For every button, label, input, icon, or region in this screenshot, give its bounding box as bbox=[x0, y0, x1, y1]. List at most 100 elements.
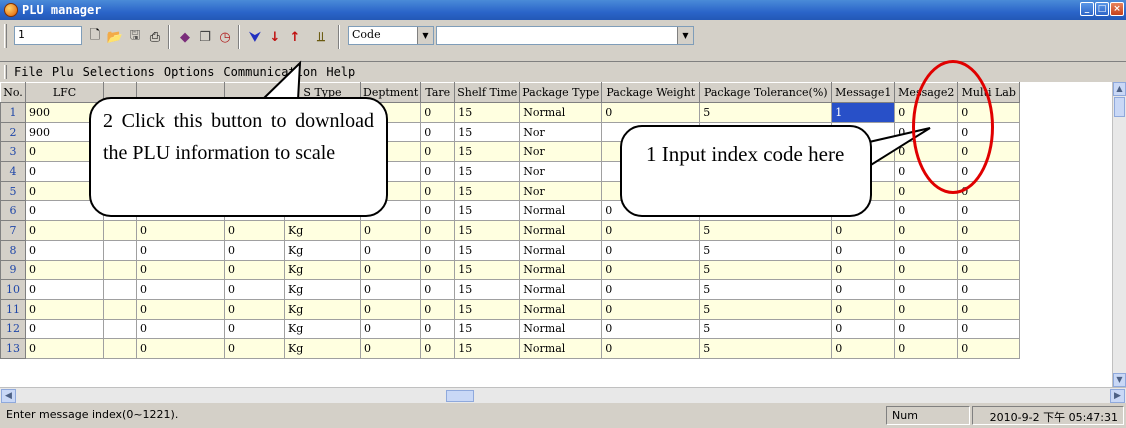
chevron-down-icon[interactable]: ▼ bbox=[677, 27, 693, 44]
table-cell[interactable]: 0 bbox=[25, 279, 104, 300]
table-cell[interactable] bbox=[103, 239, 137, 261]
table-cell[interactable]: Kg bbox=[284, 259, 361, 281]
table-cell[interactable]: Kg bbox=[284, 279, 361, 300]
table-cell[interactable]: Normal bbox=[519, 239, 603, 261]
table-cell[interactable]: 5 bbox=[699, 220, 833, 241]
row-number[interactable]: 7 bbox=[0, 220, 26, 241]
erase-icon[interactable]: ◆ bbox=[176, 28, 194, 46]
row-number[interactable]: 13 bbox=[0, 338, 26, 359]
close-button[interactable]: × bbox=[1110, 2, 1124, 16]
menu-communication[interactable]: Communication bbox=[223, 65, 317, 79]
table-cell[interactable]: 0 bbox=[894, 200, 959, 222]
table-cell[interactable]: 0 bbox=[136, 239, 225, 261]
table-cell[interactable]: 0 bbox=[25, 239, 104, 261]
table-cell[interactable]: 0 bbox=[224, 220, 285, 241]
table-cell[interactable]: 0 bbox=[957, 318, 1021, 340]
table-cell[interactable]: 0 bbox=[224, 239, 285, 261]
table-cell[interactable]: 0 bbox=[359, 279, 422, 300]
table-cell[interactable]: 0 bbox=[894, 259, 959, 281]
table-cell[interactable]: 0 bbox=[420, 141, 456, 163]
table-cell[interactable]: 0 bbox=[359, 239, 422, 261]
table-cell[interactable]: 0 bbox=[601, 318, 701, 340]
table-cell[interactable]: 0 bbox=[359, 318, 422, 340]
table-cell[interactable]: Kg bbox=[284, 298, 361, 320]
table-cell[interactable]: 0 bbox=[601, 239, 701, 261]
table-cell[interactable]: Normal bbox=[519, 279, 603, 300]
column-header[interactable]: Tare bbox=[420, 82, 456, 103]
table-cell[interactable]: 0 bbox=[601, 338, 701, 359]
table-cell[interactable]: 0 bbox=[601, 259, 701, 281]
table-cell[interactable]: 0 bbox=[224, 279, 285, 300]
table-cell[interactable]: 0 bbox=[957, 220, 1021, 241]
table-cell[interactable]: 0 bbox=[894, 239, 959, 261]
table-cell[interactable]: 0 bbox=[224, 318, 285, 340]
menu-plu[interactable]: Plu bbox=[52, 65, 74, 79]
row-number[interactable]: 10 bbox=[0, 279, 26, 300]
arrow-up-icon[interactable]: ↑ bbox=[286, 28, 304, 46]
table-cell[interactable]: Kg bbox=[284, 220, 361, 241]
table-cell[interactable]: 0 bbox=[420, 161, 456, 182]
table-cell[interactable]: 15 bbox=[454, 298, 521, 320]
table-cell[interactable]: 15 bbox=[454, 121, 521, 143]
column-header[interactable]: LFC bbox=[25, 82, 104, 103]
table-cell[interactable] bbox=[103, 318, 137, 340]
table-cell[interactable]: 5 bbox=[699, 298, 833, 320]
minimize-button[interactable]: _ bbox=[1080, 2, 1094, 16]
table-cell[interactable]: 15 bbox=[454, 338, 521, 359]
scale-icon[interactable]: ⫫ bbox=[312, 28, 330, 46]
table-cell[interactable]: 15 bbox=[454, 220, 521, 241]
table-cell[interactable]: 5 bbox=[699, 239, 833, 261]
table-cell[interactable]: 0 bbox=[136, 220, 225, 241]
table-cell[interactable]: 0 bbox=[224, 259, 285, 281]
save-icon[interactable]: 🖫 bbox=[126, 28, 144, 46]
row-number[interactable]: 2 bbox=[0, 121, 26, 143]
table-cell[interactable]: Nor bbox=[519, 121, 603, 143]
scroll-left-icon[interactable]: ◀ bbox=[1, 389, 16, 403]
table-cell[interactable]: 0 bbox=[831, 239, 896, 261]
table-cell[interactable]: 15 bbox=[454, 102, 521, 123]
table-cell[interactable]: 0 bbox=[136, 338, 225, 359]
table-cell[interactable]: 0 bbox=[894, 298, 959, 320]
open-icon[interactable]: 📂 bbox=[106, 28, 124, 46]
table-cell[interactable] bbox=[103, 220, 137, 241]
menu-file[interactable]: File bbox=[14, 65, 43, 79]
maximize-button[interactable]: □ bbox=[1095, 2, 1109, 16]
table-cell[interactable]: 15 bbox=[454, 200, 521, 222]
table-cell[interactable]: 0 bbox=[831, 220, 896, 241]
table-cell[interactable] bbox=[103, 279, 137, 300]
table-cell[interactable]: Nor bbox=[519, 141, 603, 163]
row-number[interactable]: 9 bbox=[0, 259, 26, 281]
table-cell[interactable]: Kg bbox=[284, 338, 361, 359]
vertical-scrollbar[interactable]: ▲ ▼ bbox=[1112, 82, 1126, 387]
table-cell[interactable]: 0 bbox=[420, 279, 456, 300]
table-cell[interactable]: 0 bbox=[25, 298, 104, 320]
table-cell[interactable]: 0 bbox=[831, 259, 896, 281]
column-header[interactable]: Shelf Time bbox=[454, 82, 521, 103]
table-cell[interactable]: Normal bbox=[519, 318, 603, 340]
table-cell[interactable]: 0 bbox=[224, 298, 285, 320]
new-icon[interactable]: 🗋 bbox=[86, 28, 104, 46]
column-header[interactable]: Package Weight bbox=[601, 82, 701, 103]
table-cell[interactable]: 0 bbox=[25, 259, 104, 281]
table-cell[interactable]: Nor bbox=[519, 161, 603, 182]
table-cell[interactable]: Nor bbox=[519, 180, 603, 202]
table-cell[interactable]: 0 bbox=[894, 318, 959, 340]
table-cell[interactable]: 0 bbox=[420, 259, 456, 281]
table-cell[interactable]: 0 bbox=[957, 279, 1021, 300]
arrow-down-icon[interactable]: ↓ bbox=[266, 28, 284, 46]
menu-help[interactable]: Help bbox=[326, 65, 355, 79]
table-cell[interactable]: 0 bbox=[957, 259, 1021, 281]
table-cell[interactable]: Normal bbox=[519, 220, 603, 241]
table-cell[interactable]: 0 bbox=[831, 298, 896, 320]
table-cell[interactable]: 0 bbox=[359, 298, 422, 320]
table-cell[interactable]: 0 bbox=[420, 239, 456, 261]
row-number[interactable]: 1 bbox=[0, 102, 26, 123]
table-cell[interactable]: 0 bbox=[601, 298, 701, 320]
table-cell[interactable]: 15 bbox=[454, 279, 521, 300]
table-cell[interactable]: 0 bbox=[957, 338, 1021, 359]
chevron-down-icon[interactable]: ▼ bbox=[417, 27, 433, 44]
table-cell[interactable]: 5 bbox=[699, 338, 833, 359]
table-cell[interactable]: 0 bbox=[136, 259, 225, 281]
table-cell[interactable]: 0 bbox=[420, 318, 456, 340]
table-cell[interactable]: 15 bbox=[454, 318, 521, 340]
